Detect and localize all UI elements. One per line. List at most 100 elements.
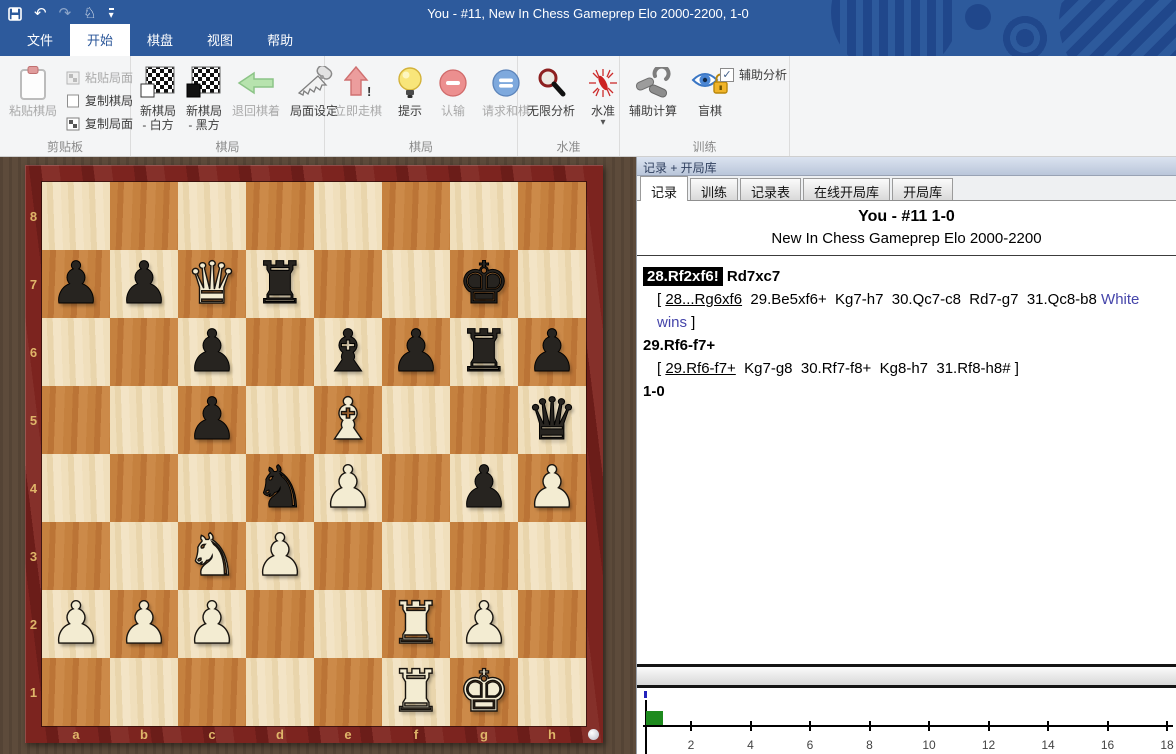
calculation-training-button[interactable]: 辅助计算 xyxy=(626,62,680,118)
piece-h5[interactable]: ♛ xyxy=(518,386,586,454)
assisted-analysis-checkbox[interactable]: ✓ 辅助分析 xyxy=(720,66,787,83)
square-b1[interactable] xyxy=(110,658,178,726)
notation-move[interactable]: Kg7-g8 30.Rf7-f8+ Kg8-h7 31.Rf8-h8# xyxy=(736,360,1015,377)
notation-move[interactable]: 28.Rf2xf6! xyxy=(643,267,723,286)
redo-icon[interactable]: ↷ xyxy=(59,5,72,23)
piece-b2[interactable]: ♟ xyxy=(110,589,178,658)
square-e7[interactable] xyxy=(314,250,382,318)
square-h3[interactable] xyxy=(518,522,586,590)
square-g3[interactable] xyxy=(450,522,518,590)
square-e5[interactable]: ♝ xyxy=(314,385,382,454)
menu-tab[interactable]: 开始 xyxy=(70,24,131,56)
panel-tab[interactable]: 在线开局库 xyxy=(803,178,891,200)
notation-move[interactable]: 29.Be5xf6+ Kg7-h7 30.Qc7-c8 Rd7-g7 31.Qc… xyxy=(742,291,1101,308)
square-g1[interactable]: ♚ xyxy=(450,657,518,726)
piece-d7[interactable]: ♜ xyxy=(246,250,314,318)
piece-e4[interactable]: ♟ xyxy=(314,453,382,522)
square-d2[interactable] xyxy=(246,590,314,658)
copy-game-button[interactable]: 复制棋局 xyxy=(66,89,133,112)
square-a2[interactable]: ♟ xyxy=(42,589,110,658)
square-d1[interactable] xyxy=(246,658,314,726)
square-b6[interactable] xyxy=(110,318,178,386)
square-a1[interactable] xyxy=(42,658,110,726)
paste-game-button[interactable]: 粘贴棋局 xyxy=(6,62,60,135)
notation-move[interactable]: Rd7xc7 xyxy=(727,268,780,285)
engine-icon[interactable]: ♘ xyxy=(83,5,96,23)
infinite-analysis-button[interactable]: 无限分析 xyxy=(524,62,578,118)
square-d7[interactable]: ♜ xyxy=(246,250,314,318)
undo-icon[interactable]: ↶ xyxy=(34,5,47,23)
piece-e5[interactable]: ♝ xyxy=(314,385,382,454)
move-now-button[interactable]: ! 立即走棋 xyxy=(331,62,385,118)
square-e6[interactable]: ♝ xyxy=(314,318,382,386)
square-d6[interactable] xyxy=(246,318,314,386)
menu-tab[interactable]: 视图 xyxy=(190,24,250,56)
panel-tab[interactable]: 训练 xyxy=(690,178,739,200)
square-c6[interactable]: ♟ xyxy=(178,318,246,386)
horizontal-splitter[interactable] xyxy=(637,664,1176,688)
level-button[interactable]: 水准 ▾ xyxy=(584,62,622,128)
square-h7[interactable] xyxy=(518,250,586,318)
square-g5[interactable] xyxy=(450,386,518,454)
piece-g2[interactable]: ♟ xyxy=(450,589,518,658)
notation-move[interactable]: 1-0 xyxy=(643,383,665,400)
piece-h4[interactable]: ♟ xyxy=(518,453,586,522)
chess-board[interactable]: ♟ ♟ ♛ ♜ ♚ ♟ ♝ ♟ ♜ ♟ ♟ ♝ ♛ ♞ ♟ ♟ ♟ ♞ ♟ ♟ ♟ ♟ ♜ ♟ ♜ ♚ xyxy=(41,181,587,727)
takeback-button[interactable]: 退回棋着 xyxy=(229,62,283,118)
piece-h6[interactable]: ♟ xyxy=(518,318,586,386)
square-a7[interactable]: ♟ xyxy=(42,250,110,318)
square-a8[interactable] xyxy=(42,182,110,250)
square-d4[interactable]: ♞ xyxy=(246,454,314,522)
piece-f6[interactable]: ♟ xyxy=(382,318,450,386)
square-e3[interactable] xyxy=(314,522,382,590)
piece-e6[interactable]: ♝ xyxy=(314,318,382,386)
piece-g4[interactable]: ♟ xyxy=(450,454,518,522)
piece-b7[interactable]: ♟ xyxy=(110,250,178,318)
paste-position-button[interactable]: 粘贴局面 xyxy=(66,66,133,89)
square-c3[interactable]: ♞ xyxy=(178,521,246,590)
square-b8[interactable] xyxy=(110,182,178,250)
notation-move[interactable]: 29.Rf6-f7+ xyxy=(643,337,715,354)
square-f5[interactable] xyxy=(382,386,450,454)
square-g2[interactable]: ♟ xyxy=(450,589,518,658)
square-e2[interactable] xyxy=(314,590,382,658)
piece-g1[interactable]: ♚ xyxy=(450,657,518,726)
square-f7[interactable] xyxy=(382,250,450,318)
square-g4[interactable]: ♟ xyxy=(450,454,518,522)
piece-a2[interactable]: ♟ xyxy=(42,589,110,658)
square-f3[interactable] xyxy=(382,522,450,590)
square-c4[interactable] xyxy=(178,454,246,522)
square-e4[interactable]: ♟ xyxy=(314,453,382,522)
panel-tab[interactable]: 记录表 xyxy=(740,178,802,200)
square-b3[interactable] xyxy=(110,522,178,590)
square-f1[interactable]: ♜ xyxy=(382,657,450,726)
square-b5[interactable] xyxy=(110,386,178,454)
square-b4[interactable] xyxy=(110,454,178,522)
notation-move[interactable]: ] xyxy=(1015,360,1019,377)
copy-position-button[interactable]: 复制局面 xyxy=(66,112,133,135)
piece-d4[interactable]: ♞ xyxy=(246,454,314,522)
square-c7[interactable]: ♛ xyxy=(178,249,246,318)
notation-move[interactable]: ] xyxy=(687,314,695,331)
panel-tab[interactable]: 开局库 xyxy=(892,178,954,200)
square-h2[interactable] xyxy=(518,590,586,658)
notation-move[interactable]: 29.Rf6-f7+ xyxy=(665,360,735,377)
square-b2[interactable]: ♟ xyxy=(110,589,178,658)
toolbar-options-icon[interactable]: ▾ xyxy=(108,8,114,21)
square-f4[interactable] xyxy=(382,454,450,522)
square-f6[interactable]: ♟ xyxy=(382,318,450,386)
notation-move[interactable]: 28...Rg6xf6 xyxy=(665,291,742,308)
piece-f1[interactable]: ♜ xyxy=(382,657,450,726)
square-c5[interactable]: ♟ xyxy=(178,386,246,454)
piece-g6[interactable]: ♜ xyxy=(450,318,518,386)
square-h8[interactable] xyxy=(518,182,586,250)
new-game-white-button[interactable]: 新棋局 - 白方 xyxy=(137,62,179,132)
square-d3[interactable]: ♟ xyxy=(246,521,314,590)
evaluation-chart[interactable]: 2 4 6 8 10 12 14 16 18 xyxy=(637,688,1176,754)
piece-c7[interactable]: ♛ xyxy=(178,249,246,318)
square-h6[interactable]: ♟ xyxy=(518,318,586,386)
hint-button[interactable]: 提示 xyxy=(393,62,427,118)
piece-a7[interactable]: ♟ xyxy=(42,250,110,318)
menu-tab[interactable]: 帮助 xyxy=(250,24,310,56)
square-a4[interactable] xyxy=(42,454,110,522)
